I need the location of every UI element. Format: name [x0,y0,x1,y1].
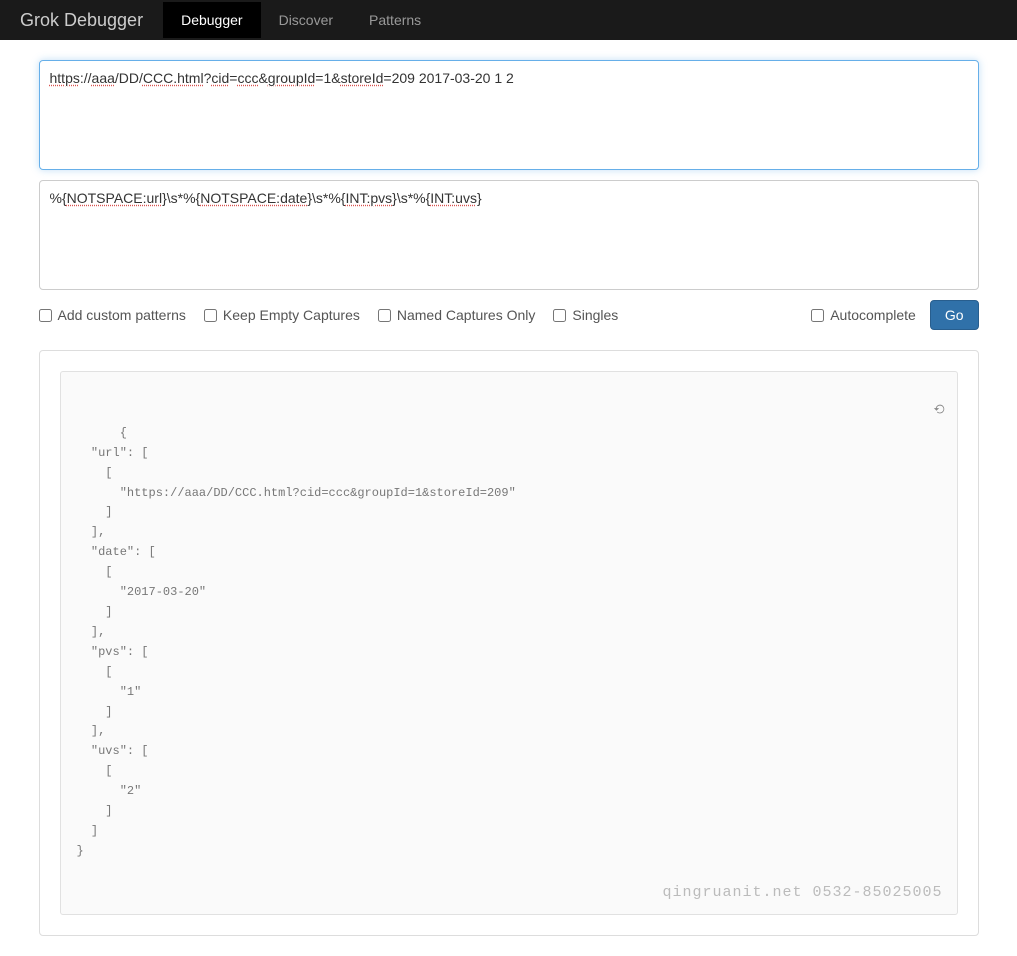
checkbox-named-captures-only[interactable] [378,309,391,322]
refresh-icon[interactable] [875,382,947,444]
text-segment: %{ [50,190,67,206]
text-segment: }\s*%{ [162,190,200,206]
label-keep-empty-captures: Keep Empty Captures [223,307,360,323]
go-button[interactable]: Go [930,300,979,330]
nav-tab-patterns[interactable]: Patterns [351,2,439,38]
label-singles: Singles [572,307,618,323]
option-singles[interactable]: Singles [553,307,618,323]
text-segment: =1& [315,70,340,86]
checkbox-keep-empty-captures[interactable] [204,309,217,322]
option-autocomplete[interactable]: Autocomplete [811,307,916,323]
options-row: Add custom patterns Keep Empty Captures … [39,300,979,330]
text-segment: } [477,190,482,206]
spell-error-segment: groupId [268,70,315,86]
nav-tab-debugger[interactable]: Debugger [163,2,261,38]
label-autocomplete: Autocomplete [830,307,916,323]
nav-tab-discover[interactable]: Discover [261,2,351,38]
text-segment: & [258,70,267,86]
option-keep-empty-captures[interactable]: Keep Empty Captures [204,307,360,323]
navbar: Grok Debugger DebuggerDiscoverPatterns [0,0,1017,40]
text-segment: }\s*%{ [307,190,345,206]
result-panel: { "url": [ [ "https://aaa/DD/CCC.html?ci… [39,350,979,936]
text-segment: :// [80,70,92,86]
spell-error-segment: https [50,70,80,86]
grok-pattern-input[interactable]: %{NOTSPACE:url}\s*%{NOTSPACE:date}\s*%{I… [39,180,979,290]
checkbox-singles[interactable] [553,309,566,322]
options-right: Autocomplete Go [811,300,978,330]
option-add-custom-patterns[interactable]: Add custom patterns [39,307,186,323]
result-output: { "url": [ [ "https://aaa/DD/CCC.html?ci… [60,371,958,915]
label-named-captures-only: Named Captures Only [397,307,536,323]
spell-error-segment: NOTSPACE:url [67,190,162,206]
checkbox-add-custom-patterns[interactable] [39,309,52,322]
watermark: qingruanit.net 0532-85025005 [662,881,942,906]
main-container: https://aaa/DD/CCC.html?cid=ccc&groupId=… [19,40,999,956]
brand: Grok Debugger [20,10,143,31]
input-wrap: https://aaa/DD/CCC.html?cid=ccc&groupId=… [39,60,979,170]
nav-tabs: DebuggerDiscoverPatterns [163,2,439,38]
checkbox-autocomplete[interactable] [811,309,824,322]
options-left: Add custom patterns Keep Empty Captures … [39,307,619,323]
result-text: { "url": [ [ "https://aaa/DD/CCC.html?ci… [77,426,516,858]
label-add-custom-patterns: Add custom patterns [58,307,186,323]
spell-error-segment: storeId [341,70,384,86]
text-segment: }\s*%{ [392,190,430,206]
text-segment: /DD/ [115,70,143,86]
spell-error-segment: NOTSPACE:date [200,190,307,206]
pattern-wrap: %{NOTSPACE:url}\s*%{NOTSPACE:date}\s*%{I… [39,180,979,290]
spell-error-segment: aaa [92,70,115,86]
spell-error-segment: cid [211,70,229,86]
option-named-captures-only[interactable]: Named Captures Only [378,307,536,323]
spell-error-segment: INT:uvs [430,190,477,206]
log-input[interactable]: https://aaa/DD/CCC.html?cid=ccc&groupId=… [39,60,979,170]
spell-error-segment: ccc [237,70,258,86]
spell-error-segment: INT:pvs [345,190,392,206]
text-segment: =209 2017-03-20 1 2 [383,70,513,86]
spell-error-segment: CCC.html [143,70,204,86]
